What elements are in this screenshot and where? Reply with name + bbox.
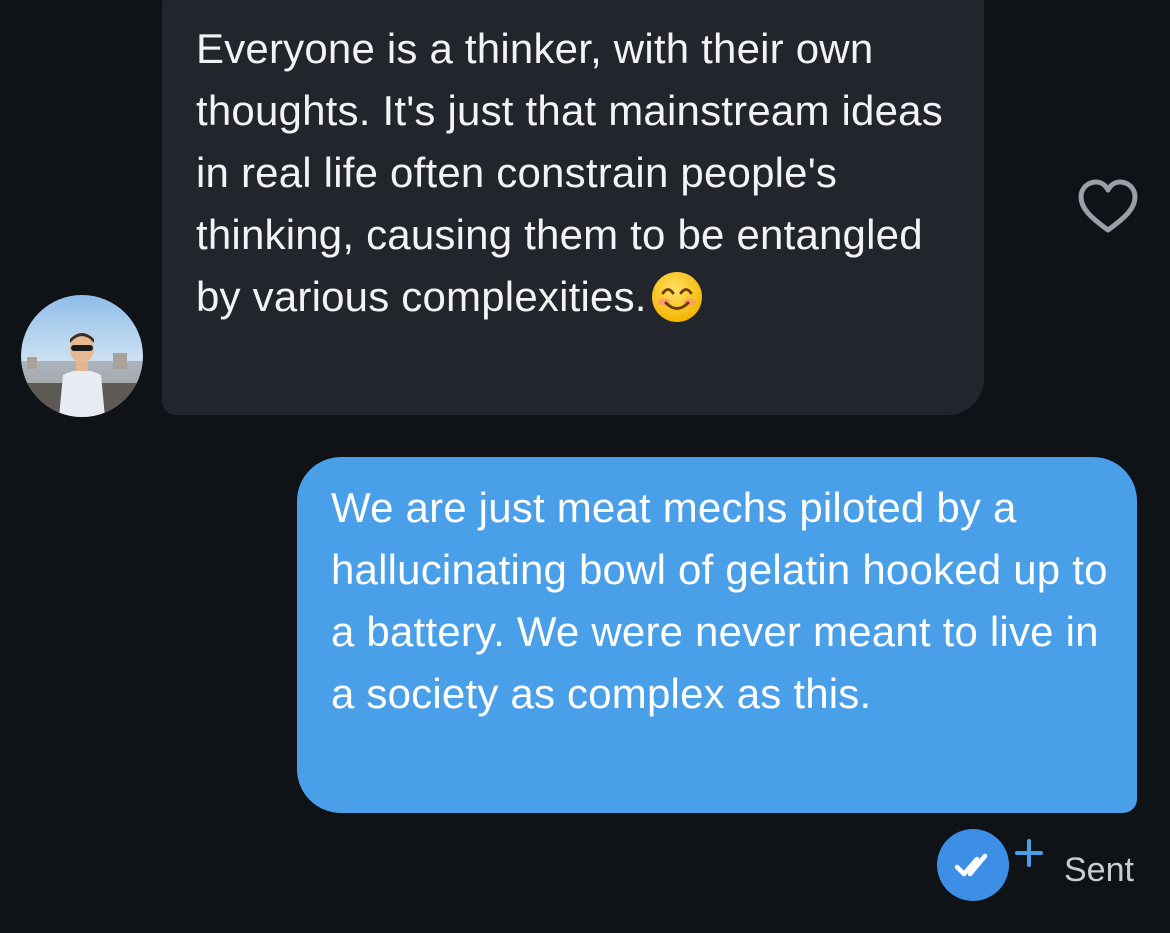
incoming-message: Everyone is a thinker, with their own th… [196, 18, 966, 328]
heart-outline-icon[interactable] [1076, 178, 1140, 236]
incoming-message-text: Everyone is a thinker, with their own th… [196, 25, 943, 320]
plus-icon[interactable] [1012, 836, 1046, 870]
double-check-icon [937, 829, 1009, 901]
avatar-photo [21, 295, 143, 417]
outgoing-message-text: We are just meat mechs piloted by a hall… [331, 484, 1108, 717]
status-label: Sent [1064, 851, 1134, 889]
smiling-face-with-smiling-eyes-icon [651, 272, 702, 322]
chat-thread: Everyone is a thinker, with their own th… [0, 0, 1170, 933]
sender-avatar[interactable] [21, 295, 143, 417]
